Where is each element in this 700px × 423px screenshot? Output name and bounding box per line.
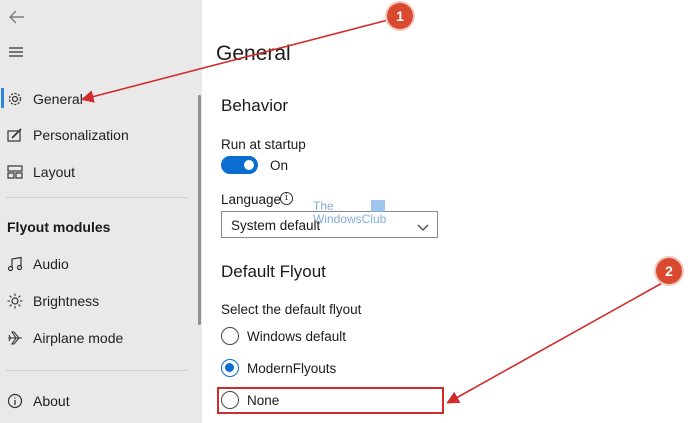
info-icon <box>7 393 23 409</box>
sidebar-item-label: General <box>33 91 83 107</box>
radio-button[interactable] <box>221 327 239 345</box>
main-content: General Behavior Run at startup On Langu… <box>202 0 700 423</box>
watermark-logo <box>371 200 385 212</box>
run-at-startup-label: Run at startup <box>221 137 306 152</box>
behavior-heading: Behavior <box>221 96 289 115</box>
layout-icon <box>7 164 23 180</box>
music-note-icon <box>7 256 23 272</box>
chevron-down-icon <box>417 219 429 231</box>
airplane-icon <box>7 330 23 346</box>
language-label: Language <box>221 192 282 207</box>
select-flyout-label: Select the default flyout <box>221 302 362 317</box>
default-flyout-heading: Default Flyout <box>221 262 326 281</box>
sidebar-item-label: Airplane mode <box>33 330 124 346</box>
sidebar-item-label: Brightness <box>33 293 100 309</box>
sidebar-item-layout[interactable]: Layout <box>0 156 195 188</box>
info-icon[interactable]: i <box>280 192 293 205</box>
run-at-startup-toggle[interactable] <box>221 156 258 174</box>
annotation-highlight-box <box>217 387 444 414</box>
sidebar-item-about[interactable]: About <box>0 385 195 417</box>
radio-button-selected[interactable] <box>221 359 239 377</box>
sidebar-item-label: About <box>33 393 70 409</box>
sidebar-scrollbar[interactable] <box>198 95 201 325</box>
radio-label: ModernFlyouts <box>247 360 337 376</box>
back-arrow-icon[interactable] <box>8 8 26 26</box>
sidebar-item-label: Audio <box>33 256 69 272</box>
sidebar-item-brightness[interactable]: Brightness <box>0 285 195 317</box>
pen-icon <box>7 127 23 143</box>
radio-windows-default[interactable]: Windows default <box>221 325 346 347</box>
divider <box>6 197 187 198</box>
sidebar-item-audio[interactable]: Audio <box>0 248 195 280</box>
radio-modernflyouts[interactable]: ModernFlyouts <box>221 357 336 379</box>
sun-icon <box>7 293 23 309</box>
sidebar-item-personalization[interactable]: Personalization <box>0 119 195 151</box>
sidebar: General Personalization Layout Flyout mo… <box>0 0 202 423</box>
section-header: Flyout modules <box>7 219 111 235</box>
sidebar-item-label: Layout <box>33 164 76 180</box>
gear-icon <box>7 91 23 107</box>
radio-label: Windows default <box>247 328 347 344</box>
sidebar-item-general[interactable]: General <box>0 83 195 115</box>
page-title: General <box>216 42 291 65</box>
callout-badge-2: 2 <box>656 258 682 284</box>
callout-badge-1: 1 <box>387 3 413 29</box>
sidebar-item-airplane-mode[interactable]: Airplane mode <box>0 322 195 354</box>
sidebar-item-label: Personalization <box>33 127 129 143</box>
toggle-state-label: On <box>270 158 289 173</box>
language-dropdown-value: System default <box>231 218 321 233</box>
watermark-line: WindowsClub <box>313 212 387 226</box>
hamburger-menu-icon[interactable] <box>8 45 24 59</box>
divider <box>6 370 187 371</box>
